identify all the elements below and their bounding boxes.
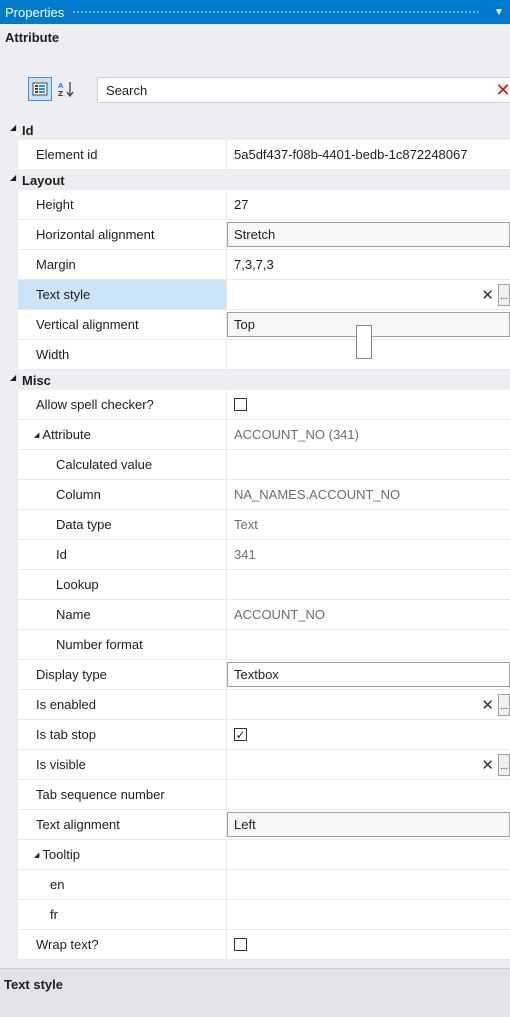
allow-spell-checker-checkbox[interactable] bbox=[234, 398, 247, 411]
prop-text-style[interactable]: Text style ✕ ... bbox=[18, 280, 510, 310]
property-toolbar: A Z ✕ bbox=[0, 51, 510, 113]
categorized-icon bbox=[32, 82, 48, 96]
prop-margin[interactable]: Margin 7,3,7,3 bbox=[18, 250, 510, 280]
prop-height[interactable]: Height 27 bbox=[18, 190, 510, 220]
prop-is-enabled[interactable]: Is enabled ✕ ... bbox=[18, 690, 510, 720]
prop-text-alignment[interactable]: Text alignment Left bbox=[18, 810, 510, 840]
prop-calculated-value[interactable]: Calculated value bbox=[18, 450, 510, 480]
prop-attr-id[interactable]: Id 341 bbox=[18, 540, 510, 570]
reset-icon[interactable]: ✕ bbox=[481, 756, 494, 774]
prop-number-format[interactable]: Number format bbox=[18, 630, 510, 660]
ellipsis-button[interactable]: ... bbox=[498, 694, 510, 716]
selected-object-name: Attribute bbox=[5, 30, 60, 45]
svg-text:A: A bbox=[58, 82, 64, 90]
prop-display-type[interactable]: Display type Textbox bbox=[18, 660, 510, 690]
text-alignment-combo[interactable]: Left bbox=[227, 812, 510, 837]
search-box: ✕ bbox=[97, 77, 510, 103]
alphabetical-icon: A Z bbox=[58, 82, 74, 98]
search-input[interactable] bbox=[98, 81, 490, 99]
is-tab-stop-checkbox[interactable]: ✓ bbox=[234, 728, 247, 741]
display-type-combo[interactable]: Textbox bbox=[227, 662, 510, 687]
prop-is-visible[interactable]: Is visible ✕ ... bbox=[18, 750, 510, 780]
prop-column[interactable]: Column NA_NAMES.ACCOUNT_NO bbox=[18, 480, 510, 510]
prop-lookup[interactable]: Lookup bbox=[18, 570, 510, 600]
description-panel: Text style bbox=[0, 968, 510, 1017]
prop-data-type[interactable]: Data type Text bbox=[18, 510, 510, 540]
prop-tooltip[interactable]: ◢ Tooltip bbox=[18, 840, 510, 870]
ellipsis-button[interactable]: ... bbox=[498, 754, 510, 776]
prop-wrap-text[interactable]: Wrap text? bbox=[18, 930, 510, 960]
wrap-text-checkbox[interactable] bbox=[234, 938, 247, 951]
category-layout[interactable]: ◢ Layout bbox=[0, 170, 510, 190]
prop-tooltip-en[interactable]: en bbox=[18, 870, 510, 900]
alphabetical-button[interactable]: A Z bbox=[54, 77, 78, 101]
property-grid: ◢ Id Element id 5a5df437-f08b-4401-bedb-… bbox=[0, 120, 510, 960]
title-grip[interactable] bbox=[72, 9, 478, 15]
prop-name[interactable]: Name ACCOUNT_NO bbox=[18, 600, 510, 630]
reset-icon[interactable]: ✕ bbox=[481, 286, 494, 304]
collapse-triangle-icon[interactable]: ◢ bbox=[34, 851, 39, 859]
prop-is-tab-stop[interactable]: Is tab stop ✓ bbox=[18, 720, 510, 750]
prop-element-id[interactable]: Element id 5a5df437-f08b-4401-bedb-1c872… bbox=[18, 140, 510, 170]
prop-tooltip-fr[interactable]: fr bbox=[18, 900, 510, 930]
clear-search-icon[interactable]: ✕ bbox=[490, 80, 510, 101]
ellipsis-button[interactable]: ... bbox=[498, 284, 510, 306]
description-title: Text style bbox=[4, 977, 64, 992]
prop-width[interactable]: Width bbox=[18, 340, 510, 370]
prop-attribute[interactable]: ◢ Attribute ACCOUNT_NO (341) bbox=[18, 420, 510, 450]
svg-text:Z: Z bbox=[58, 90, 63, 98]
horizontal-alignment-combo[interactable]: Stretch bbox=[227, 222, 510, 247]
resize-thumb[interactable] bbox=[356, 325, 372, 359]
categorized-button[interactable] bbox=[28, 77, 52, 101]
collapse-triangle-icon[interactable]: ◢ bbox=[10, 123, 16, 132]
properties-title-bar: Properties ▼ bbox=[0, 0, 510, 24]
window-title: Properties bbox=[5, 4, 65, 20]
collapse-triangle-icon[interactable]: ◢ bbox=[10, 373, 16, 382]
collapse-triangle-icon[interactable]: ◢ bbox=[34, 431, 39, 439]
prop-vertical-alignment[interactable]: Vertical alignment Top bbox=[18, 310, 510, 340]
prop-allow-spell-checker[interactable]: Allow spell checker? bbox=[18, 390, 510, 420]
prop-tab-sequence-number[interactable]: Tab sequence number bbox=[18, 780, 510, 810]
window-menu-dropdown[interactable]: ▼ bbox=[488, 7, 510, 18]
reset-icon[interactable]: ✕ bbox=[481, 696, 494, 714]
category-misc[interactable]: ◢ Misc bbox=[0, 370, 510, 390]
collapse-triangle-icon[interactable]: ◢ bbox=[10, 173, 16, 182]
category-id[interactable]: ◢ Id bbox=[0, 120, 510, 140]
prop-horizontal-alignment[interactable]: Horizontal alignment Stretch bbox=[18, 220, 510, 250]
